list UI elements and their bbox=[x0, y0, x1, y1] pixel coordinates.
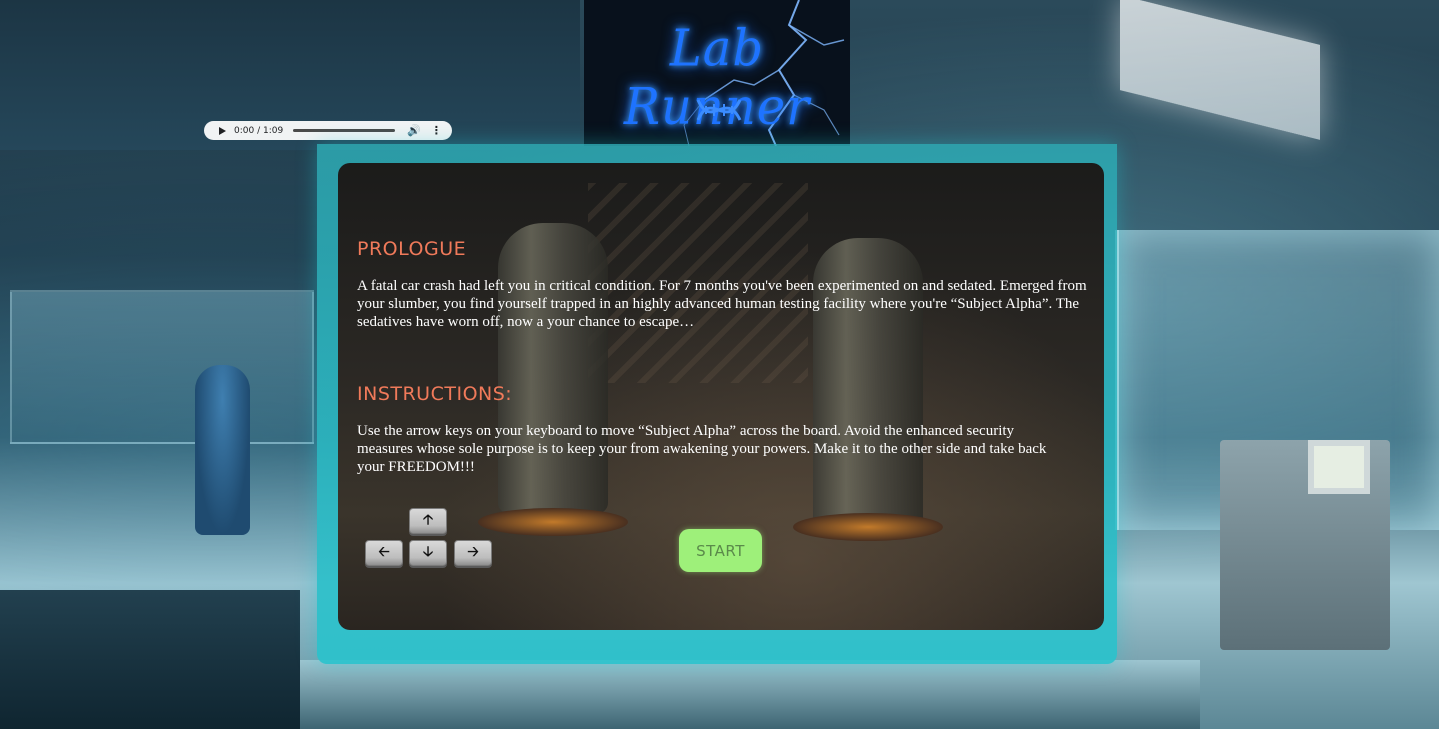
more-vert-icon[interactable]: ⋮ bbox=[431, 124, 442, 137]
background-scientist bbox=[195, 365, 250, 535]
prologue-heading: PROLOGUE bbox=[357, 238, 467, 260]
prologue-text: A fatal car crash had left you in critic… bbox=[357, 278, 1087, 330]
background-pod-base-left bbox=[478, 508, 628, 536]
background-bench bbox=[0, 590, 300, 729]
dna-icon bbox=[696, 99, 742, 121]
instructions-text: Use the arrow keys on your keyboard to m… bbox=[357, 423, 1047, 475]
background-machine bbox=[1220, 440, 1390, 650]
background-pod-base-right bbox=[793, 513, 943, 541]
play-icon[interactable] bbox=[219, 126, 226, 135]
audio-time: 0:00 / 1:09 bbox=[234, 125, 284, 136]
background-ceiling-light bbox=[1120, 0, 1320, 140]
audio-player[interactable]: 0:00 / 1:09 🔊 ⋮ bbox=[204, 121, 452, 140]
arrow-down-key-icon: 🡣 bbox=[409, 540, 447, 566]
volume-icon[interactable]: 🔊 bbox=[407, 124, 421, 137]
background-monitor bbox=[1308, 440, 1370, 494]
background-floor bbox=[300, 660, 1200, 729]
instructions-heading: INSTRUCTIONS: bbox=[357, 383, 513, 405]
game-logo: Lab Runner bbox=[584, 0, 850, 146]
start-button[interactable]: START bbox=[679, 529, 762, 572]
arrow-right-key-icon: 🡢 bbox=[454, 540, 492, 566]
arrow-up-key-icon: 🡡 bbox=[409, 508, 447, 534]
arrow-left-key-icon: 🡠 bbox=[365, 540, 403, 566]
background-lab-window bbox=[10, 290, 314, 444]
background-glass-case bbox=[1115, 230, 1439, 530]
audio-seek-bar[interactable] bbox=[293, 129, 396, 132]
